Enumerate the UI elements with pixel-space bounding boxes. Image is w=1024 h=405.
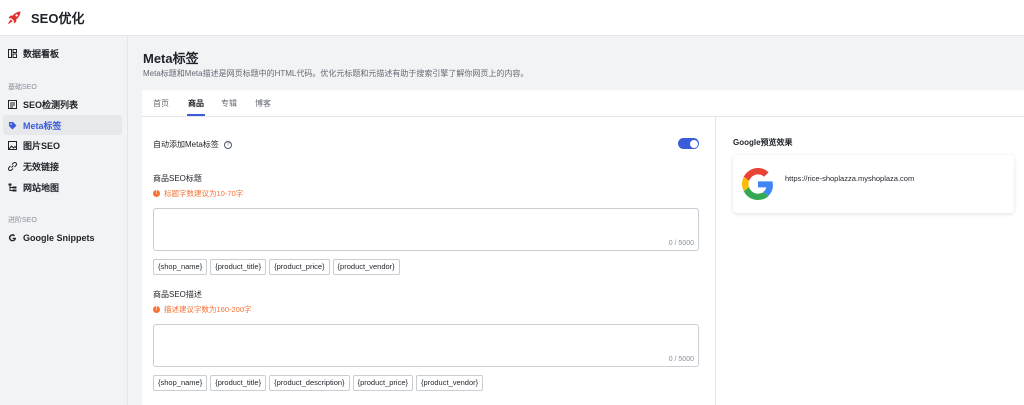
seo-title-label: 商品SEO标题 bbox=[153, 174, 202, 183]
sidebar-group-basic: 基础SEO bbox=[8, 84, 37, 91]
tag-icon bbox=[7, 120, 17, 130]
settings-panel: 首页 商品 专辑 博客 自动添加Meta标签 ? 商品SEO标题 ! 标题字数建… bbox=[142, 90, 1024, 405]
variable-tag[interactable]: {product_vendor} bbox=[416, 375, 484, 391]
sidebar-item-dashboard[interactable]: 数据看板 bbox=[3, 43, 122, 63]
page-description: Meta标题和Meta描述是网页标题中的HTML代码。优化元标题和元描述有助于搜… bbox=[143, 69, 529, 78]
auto-add-meta-toggle[interactable] bbox=[678, 138, 699, 149]
image-icon bbox=[7, 140, 17, 150]
seo-desc-hint: ! 描述建议字数为160-200字 bbox=[153, 304, 252, 315]
seo-desc-label: 商品SEO描述 bbox=[153, 290, 202, 299]
auto-add-meta-row: 自动添加Meta标签 ? bbox=[153, 139, 233, 150]
preview-url: https://rice-shoplazza.myshoplaza.com bbox=[785, 174, 915, 183]
sidebar-group-advanced: 进阶SEO bbox=[8, 217, 37, 224]
google-preview-card: https://rice-shoplazza.myshoplaza.com bbox=[733, 155, 1014, 213]
sidebar: 数据看板 基础SEO SEO检测列表 Meta标签 图片SEO 无效链接 网站地… bbox=[0, 36, 128, 405]
variable-tag[interactable]: {product_title} bbox=[210, 259, 267, 275]
sitemap-icon bbox=[7, 182, 17, 192]
seo-title-hint-text: 标题字数建议为10-70字 bbox=[164, 189, 244, 198]
variable-tag[interactable]: {product_title} bbox=[210, 375, 267, 391]
tab-blog[interactable]: 博客 bbox=[255, 98, 271, 109]
sidebar-item-meta-tags[interactable]: Meta标签 bbox=[3, 115, 122, 135]
google-preview-title: Google预览效果 bbox=[733, 138, 793, 147]
variable-tag[interactable]: {product_price} bbox=[269, 259, 330, 275]
tab-product[interactable]: 商品 bbox=[188, 98, 204, 109]
seo-desc-hint-text: 描述建议字数为160-200字 bbox=[164, 305, 252, 314]
warning-icon: ! bbox=[153, 190, 160, 197]
variable-tag[interactable]: {shop_name} bbox=[153, 259, 208, 275]
variable-tag[interactable]: {product_price} bbox=[352, 375, 414, 391]
sidebar-item-label: 无效链接 bbox=[23, 161, 60, 172]
warning-icon: ! bbox=[153, 306, 160, 313]
seo-title-counter: 0 / 5000 bbox=[668, 240, 694, 247]
active-tab-indicator bbox=[187, 114, 205, 116]
dashboard-icon bbox=[7, 48, 17, 58]
sidebar-item-broken-links[interactable]: 无效链接 bbox=[3, 156, 122, 176]
tab-bar: 首页 商品 专辑 博客 bbox=[142, 90, 1024, 117]
tab-home[interactable]: 首页 bbox=[153, 98, 169, 109]
page-title: Meta标签 bbox=[143, 51, 199, 66]
auto-add-meta-label: 自动添加Meta标签 bbox=[153, 140, 219, 149]
variable-tag[interactable]: {product_vendor} bbox=[332, 259, 400, 275]
variable-tag[interactable]: {shop_name} bbox=[153, 375, 208, 391]
seo-title-hint: ! 标题字数建议为10-70字 bbox=[153, 188, 243, 199]
list-icon bbox=[7, 99, 17, 109]
main-content: Meta标签 Meta标题和Meta描述是网页标题中的HTML代码。优化元标题和… bbox=[129, 36, 1024, 405]
google-logo-icon bbox=[742, 168, 774, 200]
seo-title-textarea[interactable]: 0 / 5000 bbox=[153, 208, 699, 251]
variable-tag[interactable]: {product_description} bbox=[269, 375, 350, 391]
seo-desc-variable-tags: {shop_name} {product_title} {product_des… bbox=[153, 375, 484, 391]
sidebar-item-label: Google Snippets bbox=[23, 233, 95, 243]
sidebar-item-label: Meta标签 bbox=[23, 120, 62, 131]
seo-desc-textarea[interactable]: 0 / 5000 bbox=[153, 324, 699, 367]
column-divider bbox=[715, 117, 716, 405]
top-bar: SEO优化 bbox=[0, 0, 1024, 36]
sidebar-item-label: 数据看板 bbox=[23, 48, 60, 59]
seo-title-variable-tags: {shop_name} {product_title} {product_pri… bbox=[153, 259, 400, 275]
link-icon bbox=[7, 161, 17, 171]
sidebar-item-google-snippets[interactable]: Google Snippets bbox=[3, 228, 122, 248]
google-icon bbox=[7, 233, 17, 243]
sidebar-item-label: 网站地图 bbox=[23, 182, 60, 193]
tab-collection[interactable]: 专辑 bbox=[221, 98, 237, 109]
sidebar-item-label: SEO检测列表 bbox=[23, 99, 79, 110]
sidebar-item-image-seo[interactable]: 图片SEO bbox=[3, 135, 122, 155]
seo-desc-counter: 0 / 5000 bbox=[668, 356, 694, 363]
sidebar-item-sitemap[interactable]: 网站地图 bbox=[3, 177, 122, 197]
rocket-icon bbox=[7, 11, 21, 24]
sidebar-item-label: 图片SEO bbox=[23, 140, 61, 151]
sidebar-item-seo-list[interactable]: SEO检测列表 bbox=[3, 94, 122, 114]
help-icon[interactable]: ? bbox=[224, 140, 233, 149]
app-title: SEO优化 bbox=[31, 11, 85, 26]
